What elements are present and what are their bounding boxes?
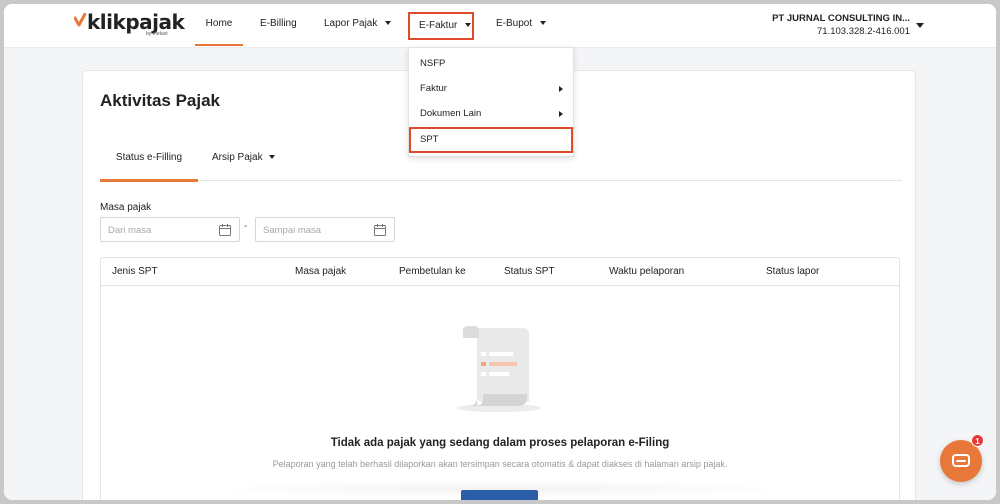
menu-item-label: NSFP <box>420 58 446 69</box>
app-window: klikpajak by mekari Home E-Billing Lapor… <box>4 4 996 500</box>
chevron-right-icon <box>559 86 563 92</box>
nav-e-billing-label: E-Billing <box>260 18 297 29</box>
notification-badge: 1 <box>971 434 984 447</box>
company-switcher[interactable]: PT JURNAL CONSULTING IN... 71.103.328.2-… <box>772 12 910 38</box>
nav-active-indicator <box>195 44 243 46</box>
company-name: PT JURNAL CONSULTING IN... <box>772 13 910 24</box>
column-header[interactable]: Status lapor <box>766 258 819 285</box>
calendar-icon[interactable] <box>219 224 231 236</box>
nav-e-billing[interactable]: E-Billing <box>260 4 297 48</box>
empty-state-description: Pelaporan yang telah berhasil dilaporkan… <box>272 459 728 469</box>
chevron-right-icon <box>559 111 563 117</box>
nav-lapor-pajak[interactable]: Lapor Pajak <box>324 4 392 48</box>
nav-e-bupot-label: E-Bupot <box>496 18 533 29</box>
tab-active-indicator <box>100 179 198 182</box>
column-header[interactable]: Masa pajak <box>295 258 346 285</box>
nav-e-faktur-label: E-Faktur <box>419 20 458 31</box>
menu-item-label: Faktur <box>420 83 447 94</box>
menu-item-dokumen-lain[interactable]: Dokumen Lain <box>409 102 573 126</box>
table-header: Jenis SPT Masa pajak Pembetulan ke Statu… <box>101 258 899 286</box>
tab-arsip-pajak[interactable]: Arsip Pajak <box>212 145 275 181</box>
column-header[interactable]: Pembetulan ke <box>399 258 466 285</box>
spt-table: Jenis SPT Masa pajak Pembetulan ke Statu… <box>100 257 900 500</box>
column-header[interactable]: Jenis SPT <box>112 258 158 285</box>
tab-status-e-filling-label: Status e-Filling <box>115 152 183 163</box>
empty-state-action-button[interactable] <box>461 490 538 500</box>
caret-down-icon <box>385 21 392 25</box>
chat-icon <box>952 454 970 467</box>
sampai-masa-field[interactable] <box>255 217 395 242</box>
menu-item-faktur[interactable]: Faktur <box>409 77 573 101</box>
logo-check-icon <box>74 13 86 27</box>
tab-arsip-pajak-label: Arsip Pajak <box>212 152 263 163</box>
sampai-masa-input[interactable] <box>263 222 369 238</box>
company-caret-down-icon[interactable] <box>916 23 924 28</box>
nav-e-faktur[interactable]: E-Faktur <box>408 12 474 40</box>
caret-down-icon <box>268 155 275 159</box>
menu-item-spt[interactable]: SPT <box>409 127 573 153</box>
column-header[interactable]: Status SPT <box>504 258 555 285</box>
menu-item-nsfp[interactable]: NSFP <box>409 52 573 76</box>
logo-subtext: by mekari <box>146 31 168 37</box>
empty-document-illustration <box>457 326 541 412</box>
nav-home[interactable]: Home <box>195 4 243 48</box>
nav-home-label: Home <box>205 18 233 29</box>
logo-text: klikpajak <box>87 10 185 34</box>
empty-state-title: Tidak ada pajak yang sedang dalam proses… <box>330 437 670 449</box>
calendar-icon[interactable] <box>374 224 386 236</box>
caret-down-icon <box>540 21 547 25</box>
e-faktur-dropdown-menu: NSFP Faktur Dokumen Lain SPT <box>408 47 574 157</box>
nav-lapor-pajak-label: Lapor Pajak <box>324 18 378 29</box>
date-range-separator: - <box>244 221 248 232</box>
dari-masa-field[interactable] <box>100 217 240 242</box>
caret-down-icon <box>465 23 472 27</box>
menu-item-label: SPT <box>420 134 439 145</box>
masa-pajak-label: Masa pajak <box>100 202 152 213</box>
dari-masa-input[interactable] <box>108 222 214 238</box>
menu-item-label: Dokumen Lain <box>420 108 482 119</box>
page-title: Aktivitas Pajak <box>100 91 221 110</box>
top-navbar: klikpajak by mekari Home E-Billing Lapor… <box>4 4 996 48</box>
nav-e-bupot[interactable]: E-Bupot <box>496 4 547 48</box>
tab-status-e-filling[interactable]: Status e-Filling <box>100 145 198 182</box>
company-npwp: 71.103.328.2-416.001 <box>817 26 910 37</box>
column-header[interactable]: Waktu pelaporan <box>609 258 684 285</box>
